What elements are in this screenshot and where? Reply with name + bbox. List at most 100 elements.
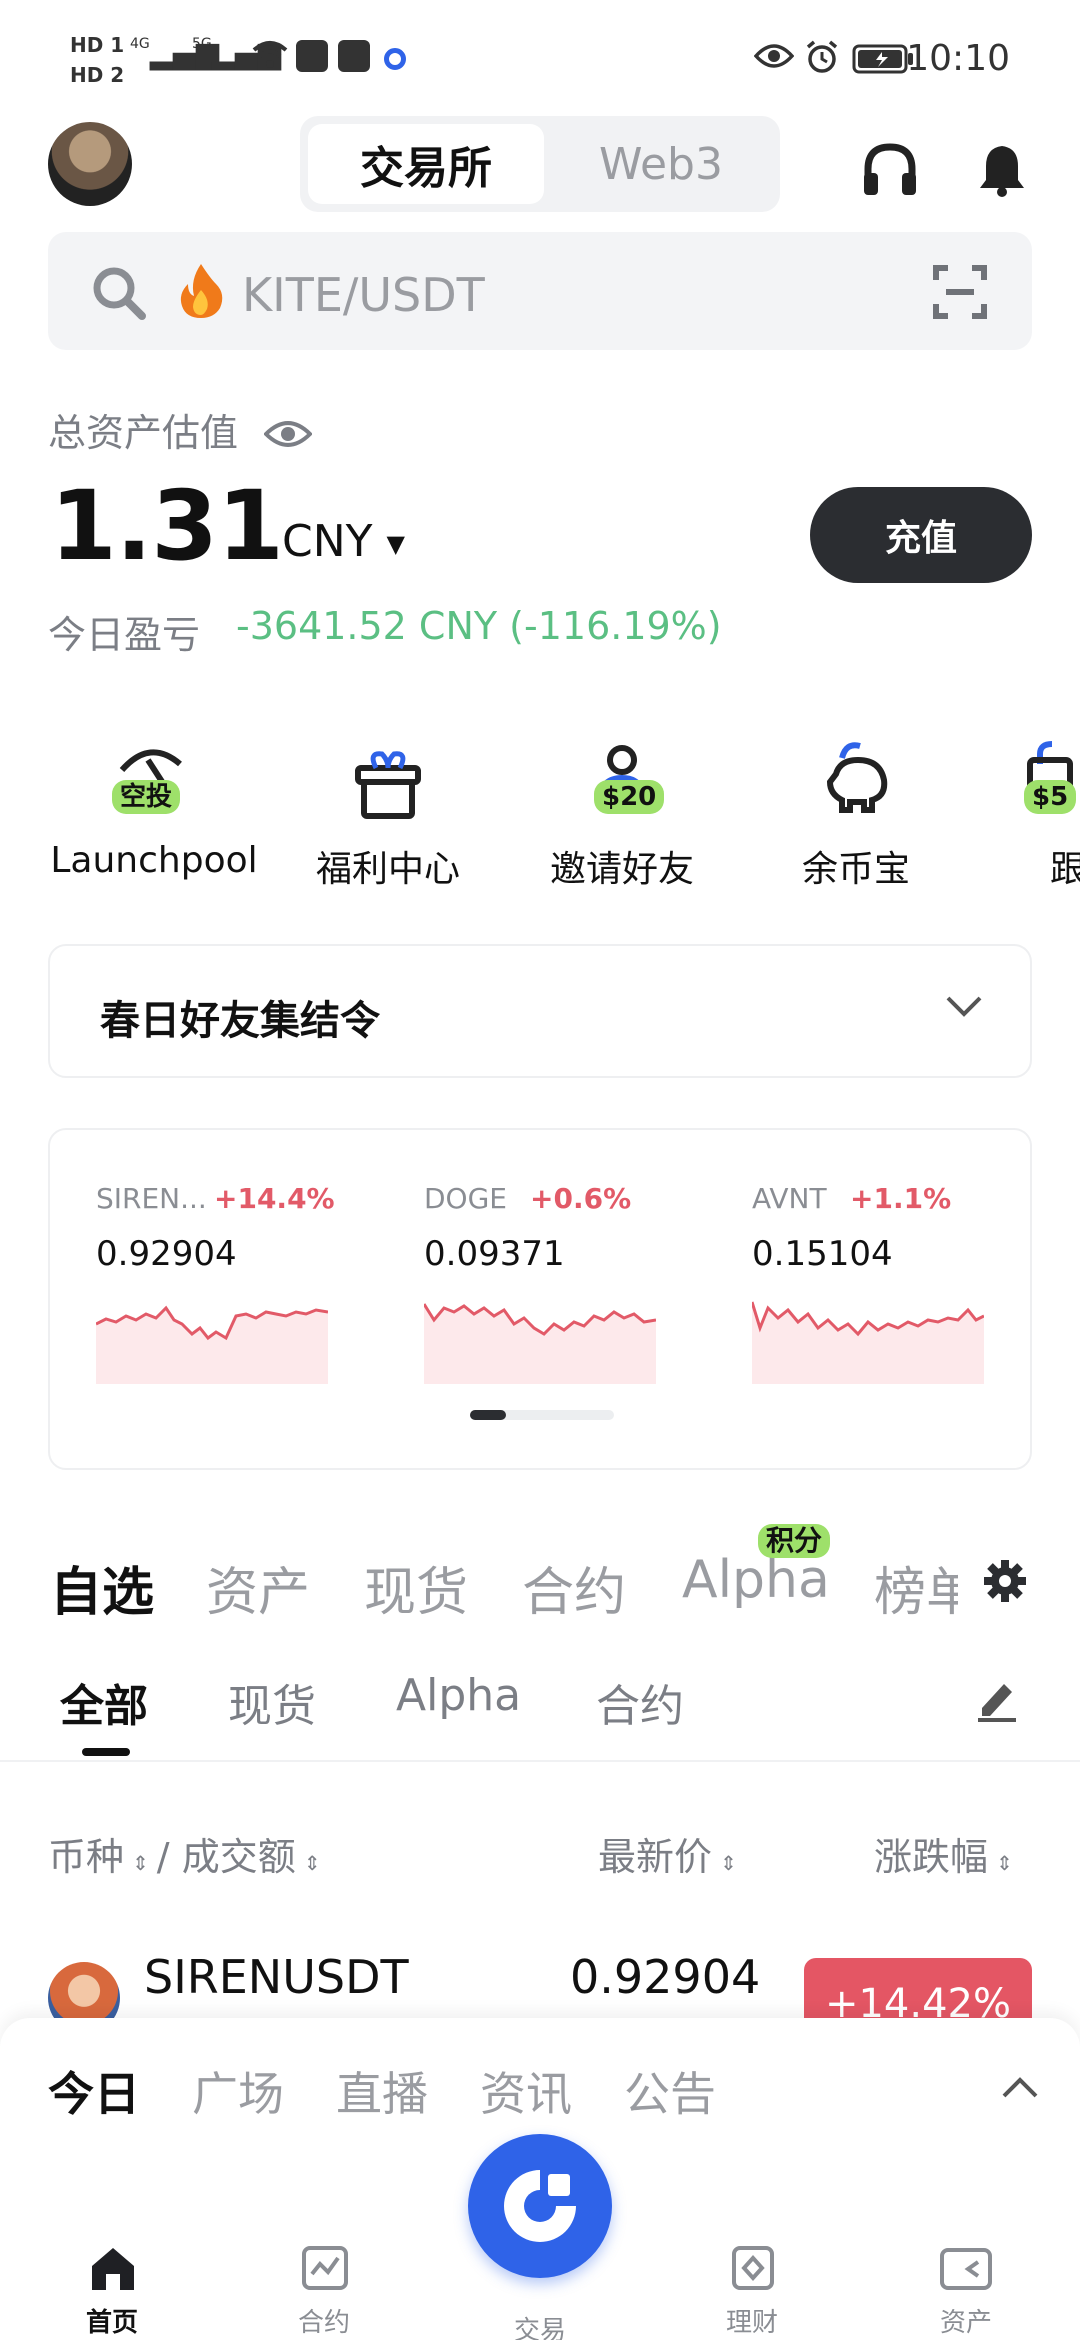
caret-down-icon: ▼ xyxy=(386,530,405,558)
ticker-pager xyxy=(470,1410,614,1420)
sort-icon: ⇕ xyxy=(720,1851,737,1875)
nav-label: 合约 xyxy=(297,2308,350,2338)
tab-spot[interactable]: 现货 xyxy=(364,1550,468,1625)
tab-watchlist[interactable]: 自选 xyxy=(50,1550,154,1625)
row-price: 0.92904 xyxy=(570,1950,761,2004)
eye-comfort-icon xyxy=(753,42,795,74)
news-tab-today[interactable]: 今日 xyxy=(48,2058,140,2124)
alpha-points-badge: 积分 xyxy=(758,1524,831,1558)
sort-icon: ⇕ xyxy=(996,1851,1013,1875)
app-notification-icon xyxy=(296,40,328,72)
news-tab-news[interactable]: 资讯 xyxy=(480,2058,572,2124)
trade-logo-icon xyxy=(504,2170,576,2242)
quick-action-invite[interactable]: $20 邀请好友 xyxy=(512,734,732,894)
ticker-sparkline xyxy=(96,1305,328,1384)
search-icon xyxy=(90,264,148,326)
sort-icon: ⇕ xyxy=(303,1851,321,1875)
total-assets-label: 总资产估值 xyxy=(48,402,313,458)
quick-action-launchpool[interactable]: 空投 Launchpool xyxy=(44,734,264,894)
scan-icon[interactable] xyxy=(932,264,988,324)
tab-exchange[interactable]: 交易所 xyxy=(308,124,544,204)
ticker-symbol: DOGE xyxy=(424,1182,507,1215)
hot-tickers-card: SIREN... +14.4% 0.92904 DOGE +0.6% 0.093… xyxy=(48,1128,1032,1470)
hd2-label: HD 2 xyxy=(70,63,125,87)
chevron-up-icon[interactable] xyxy=(1000,2074,1040,2104)
ticker-symbol: AVNT xyxy=(752,1182,827,1215)
ticker-change: +1.1% xyxy=(850,1182,952,1215)
quick-action-label: 跟 xyxy=(1050,849,1080,890)
ticker-symbol: SIREN... xyxy=(96,1182,207,1215)
search-bar[interactable]: KITE/USDT xyxy=(48,232,1032,350)
piggy-bank-icon xyxy=(806,734,906,834)
copy-trade-badge: $5 xyxy=(1024,780,1077,814)
nav-assets[interactable]: 资产 xyxy=(896,2226,1036,2338)
promo-banner[interactable]: 春日好友集结令 xyxy=(48,944,1032,1078)
support-headset-icon[interactable] xyxy=(856,136,924,204)
tab-assets[interactable]: 资产 xyxy=(206,1550,310,1625)
ticker-item[interactable]: AVNT +1.1% 0.15104 xyxy=(752,1182,992,1412)
tab-web3[interactable]: Web3 xyxy=(550,124,772,204)
ticker-sparkline xyxy=(424,1303,656,1384)
edit-pencil-icon[interactable] xyxy=(972,1674,1022,1728)
eye-toggle-icon[interactable] xyxy=(263,414,313,458)
ticker-item[interactable]: SIREN... +14.4% 0.92904 xyxy=(96,1182,336,1412)
column-last-price[interactable]: 最新价 ⇕ xyxy=(598,1826,737,1881)
ticker-item[interactable]: DOGE +0.6% 0.09371 xyxy=(424,1182,664,1412)
today-pnl-value: -3641.52 CNY (-116.19%) xyxy=(236,604,722,648)
row-symbol[interactable]: SIRENUSDT xyxy=(144,1950,409,2004)
today-pnl-label: 今日盈亏 xyxy=(48,613,201,657)
battery-icon xyxy=(852,44,914,78)
airdrop-badge: 空投 xyxy=(112,780,181,814)
ticker-price: 0.92904 xyxy=(96,1234,237,1274)
news-tab-live[interactable]: 直播 xyxy=(336,2058,428,2124)
promo-banner-text: 春日好友集结令 xyxy=(100,998,380,1044)
currency-selector[interactable]: CNY ▼ xyxy=(282,516,405,567)
settings-gear-icon[interactable] xyxy=(980,1556,1030,1610)
wifi-icon xyxy=(252,40,288,74)
quick-action-label: 邀请好友 xyxy=(549,849,694,890)
chart-icon xyxy=(300,2244,350,2296)
fire-icon xyxy=(174,262,228,324)
column-change[interactable]: 涨跌幅 ⇕ xyxy=(874,1826,1013,1881)
ticker-change: +14.4% xyxy=(214,1182,335,1215)
subtab-futures[interactable]: 合约 xyxy=(596,1670,684,1734)
mode-switch: 交易所 Web3 xyxy=(300,116,780,212)
bottom-sheet: 今日 广场 直播 资讯 公告 首页 合约 理财 资产 xyxy=(0,2018,1080,2340)
pickaxe-icon: 空投 xyxy=(104,734,204,834)
nav-trade-button[interactable] xyxy=(468,2134,612,2278)
tab-alpha[interactable]: Alpha xyxy=(682,1550,830,1610)
quick-action-copy-trade[interactable]: $5 跟 xyxy=(980,734,1080,894)
status-bar: HD 1 HD 2 4G▂▄▆ 5G▂▄▆ 10:10 xyxy=(0,0,1080,120)
quick-action-label: Launchpool xyxy=(50,840,258,881)
nav-home[interactable]: 首页 xyxy=(42,2226,182,2338)
deposit-button[interactable]: 充值 xyxy=(810,487,1032,583)
nav-label: 理财 xyxy=(725,2308,778,2338)
subtab-all[interactable]: 全部 xyxy=(60,1670,148,1734)
nav-trade-label: 交易 xyxy=(513,2316,566,2340)
quick-action-savings[interactable]: 余币宝 xyxy=(746,734,966,894)
nav-futures[interactable]: 合约 xyxy=(254,2226,394,2338)
chevron-down-icon[interactable] xyxy=(944,994,984,1024)
hd-indicator: HD 1 HD 2 xyxy=(70,30,124,90)
ticker-price: 0.09371 xyxy=(424,1234,565,1274)
hd1-label: HD 1 xyxy=(70,33,125,57)
search-input[interactable]: KITE/USDT xyxy=(242,268,485,322)
subtab-spot[interactable]: 现货 xyxy=(228,1670,316,1734)
notification-bell-icon[interactable] xyxy=(968,136,1036,204)
user-avatar[interactable] xyxy=(48,122,132,206)
quick-action-rewards[interactable]: 福利中心 xyxy=(278,734,498,894)
tab-rankings[interactable]: 榜单 xyxy=(874,1550,958,1625)
app-status-dot-icon xyxy=(384,48,406,70)
subtab-alpha[interactable]: Alpha xyxy=(396,1670,521,1721)
total-assets-value: 1.31 xyxy=(50,470,284,582)
quick-action-label: 余币宝 xyxy=(801,849,910,890)
news-tab-announcements[interactable]: 公告 xyxy=(624,2058,716,2124)
nav-label: 资产 xyxy=(939,2308,992,2338)
app-notification-icon-2 xyxy=(338,40,370,72)
nav-earn[interactable]: 理财 xyxy=(682,2226,822,2338)
earn-icon xyxy=(728,2244,778,2296)
nav-label: 首页 xyxy=(85,2308,138,2338)
tab-futures[interactable]: 合约 xyxy=(522,1550,626,1625)
column-coin-volume[interactable]: 币种 ⇕ / 成交额 ⇕ xyxy=(48,1826,320,1881)
news-tab-square[interactable]: 广场 xyxy=(192,2058,284,2124)
